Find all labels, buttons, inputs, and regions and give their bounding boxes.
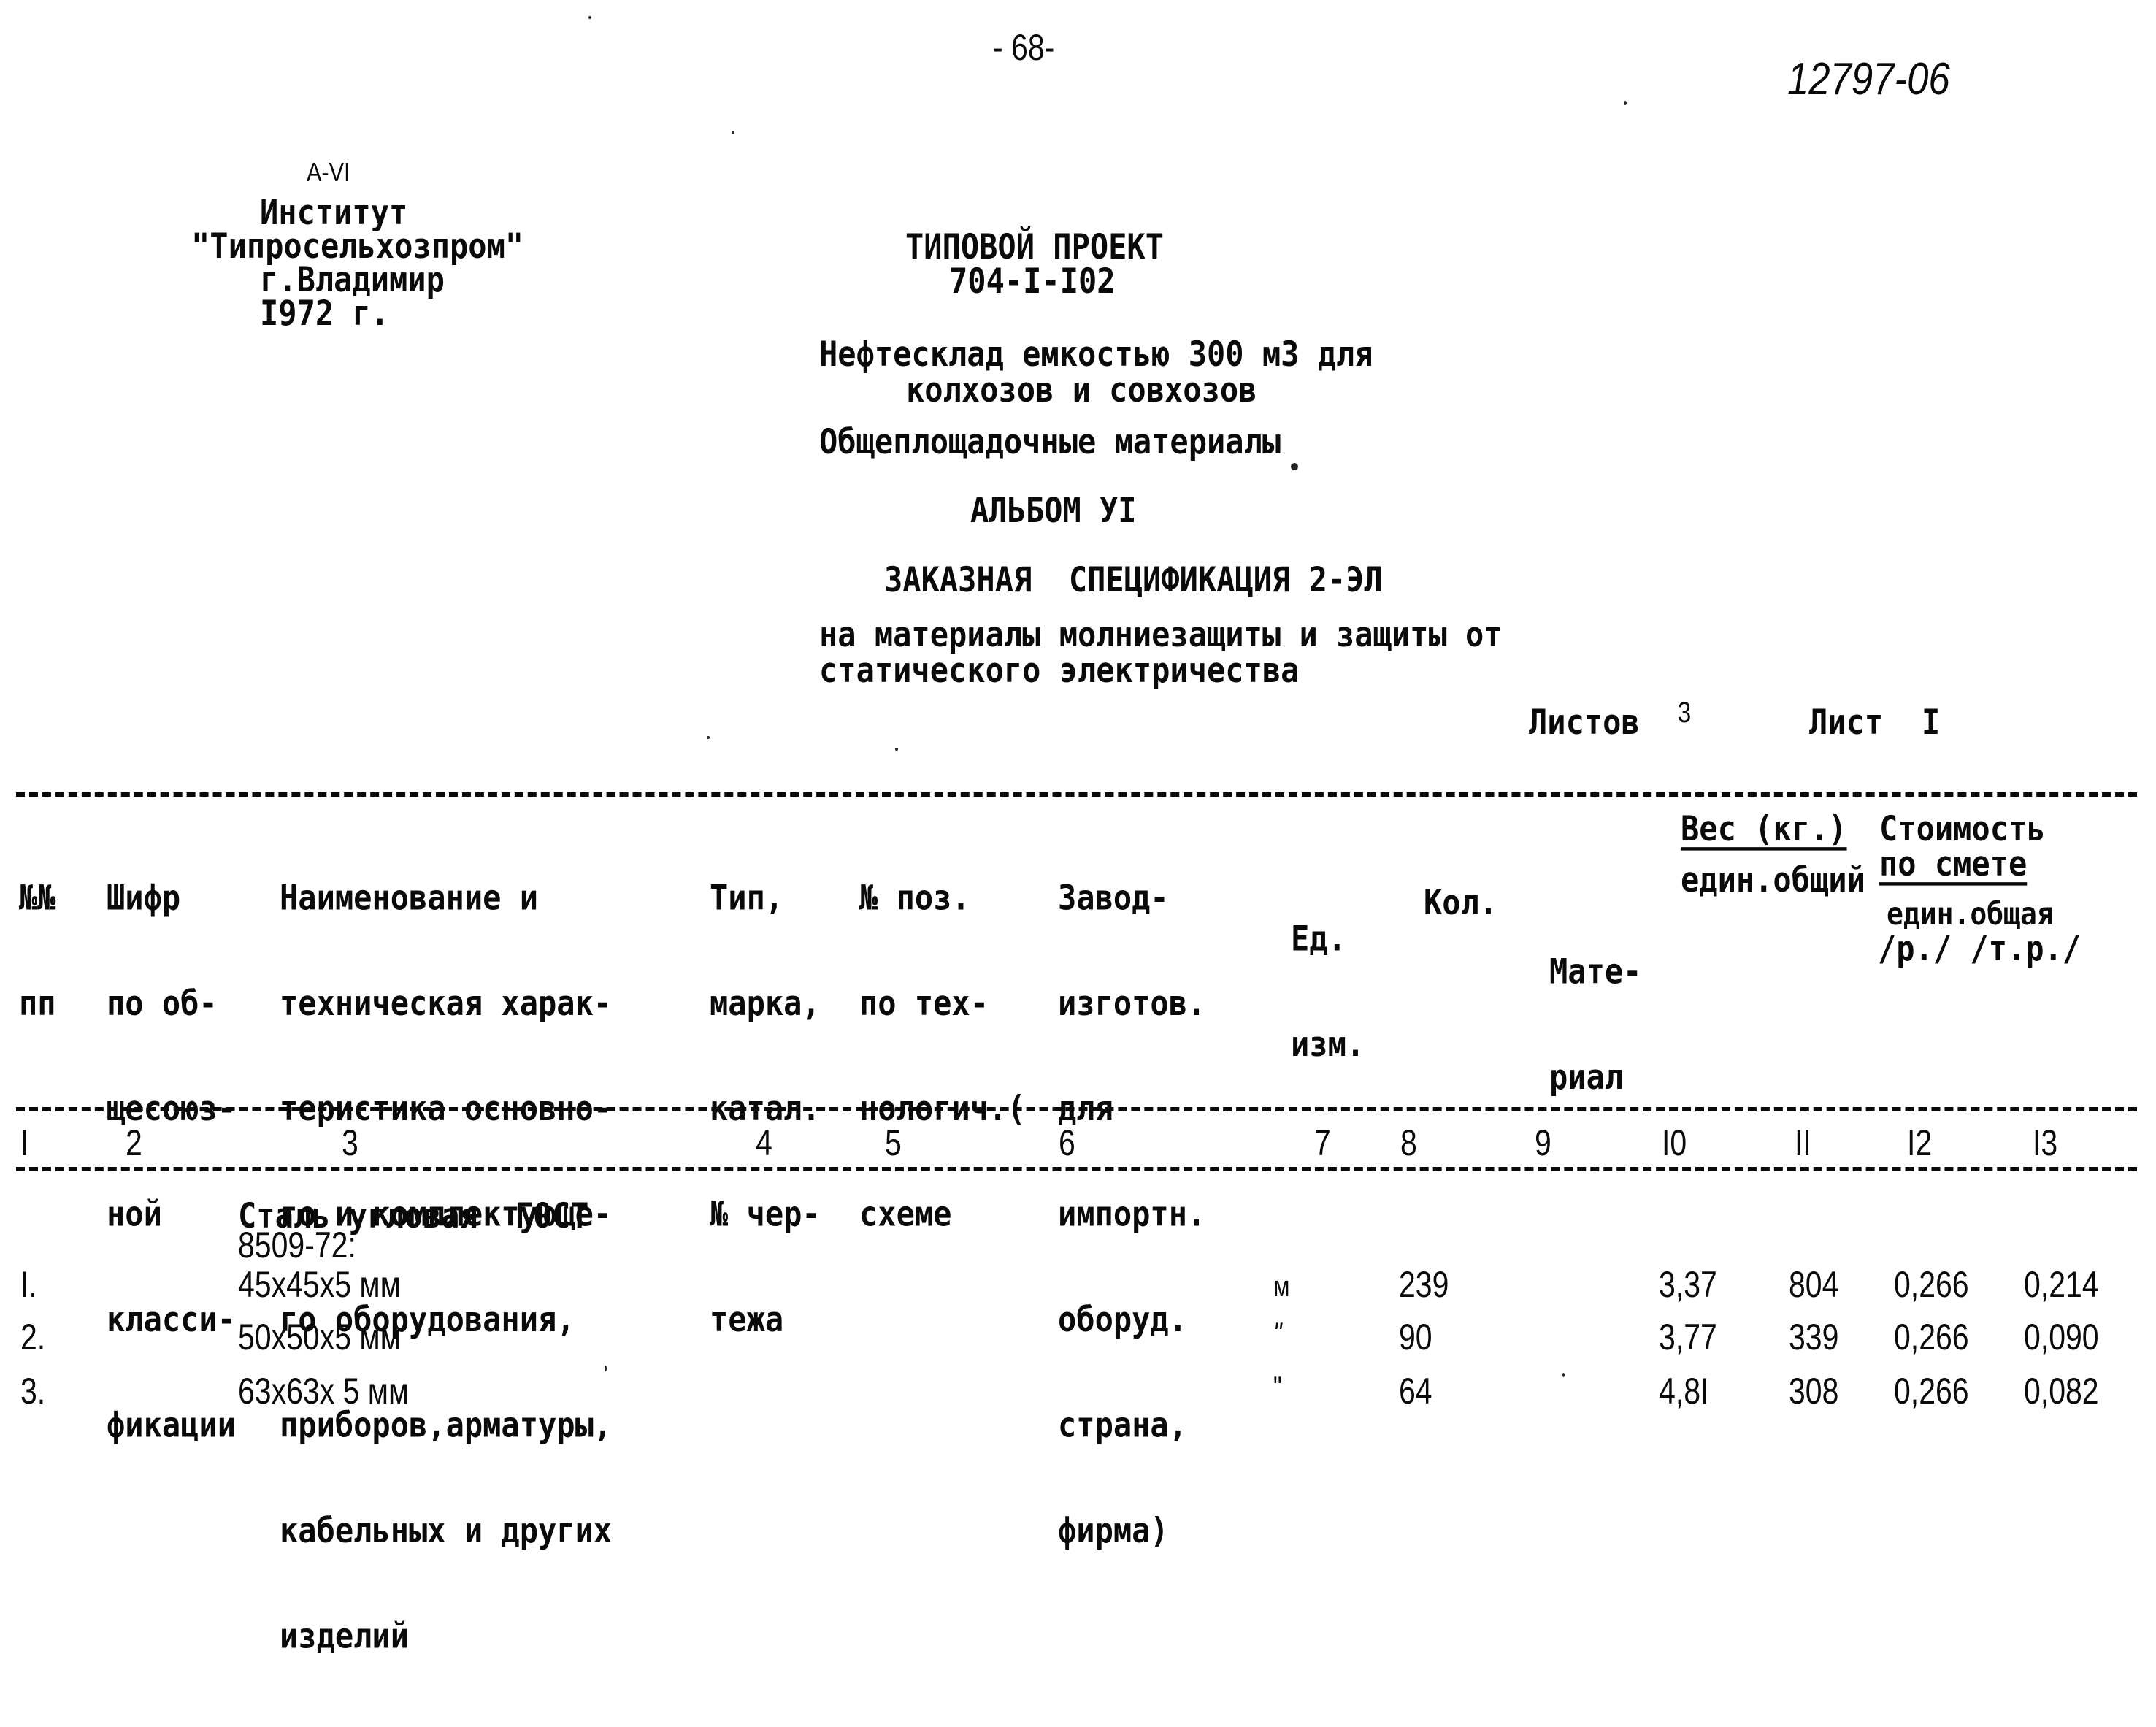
row-qty: 90 bbox=[1399, 1317, 1432, 1358]
row-name: 63х63х 5 мм bbox=[238, 1371, 410, 1412]
header-weight-sub: един.общий bbox=[1681, 859, 1865, 900]
row-unit: " bbox=[1273, 1371, 1282, 1404]
sheets-label: Листов bbox=[1529, 702, 1640, 743]
header-col-9: Мате- риал bbox=[1549, 951, 1642, 1097]
scan-speck bbox=[707, 736, 710, 739]
row-weight-total: 339 bbox=[1789, 1317, 1839, 1358]
header-cost-group-line-1: Стоимость bbox=[1879, 808, 2046, 849]
header-weight-group: Вес (кг.) bbox=[1681, 808, 1847, 849]
album-title: АЛЬБОМ УI bbox=[970, 490, 1137, 531]
row-cost-total: 0,214 bbox=[2024, 1264, 2099, 1305]
row-cost-total: 0,082 bbox=[2024, 1371, 2099, 1412]
group-title-line-2: 8509-72: bbox=[238, 1225, 356, 1265]
row-qty: 239 bbox=[1399, 1264, 1449, 1305]
column-number: 8 bbox=[1400, 1122, 1417, 1163]
column-number: 7 bbox=[1314, 1122, 1331, 1163]
sheet-label: Лист bbox=[1809, 702, 1884, 743]
sheets-total: 3 bbox=[1678, 697, 1692, 729]
table-top-rule bbox=[16, 792, 2137, 797]
scan-speck bbox=[588, 16, 591, 19]
column-number: 5 bbox=[885, 1122, 902, 1163]
header-col-7: Ед. изм. bbox=[1291, 918, 1365, 1064]
row-name: 50х50х5 мм bbox=[238, 1317, 401, 1358]
header-col-8: Кол. bbox=[1424, 882, 1498, 923]
header-col-6: Завод- изготов. для импортн. оборуд. стр… bbox=[1058, 877, 1206, 1551]
row-cost-unit: 0,266 bbox=[1894, 1264, 1969, 1305]
header-bottom-rule bbox=[16, 1107, 2137, 1111]
spec-subtitle-line-2: статического электричества bbox=[819, 650, 1300, 691]
scan-speck bbox=[1562, 1373, 1565, 1377]
spec-title: ЗАКАЗНАЯ СПЕЦИФИКАЦИЯ 2-ЭЛ bbox=[884, 559, 1383, 600]
row-weight-unit: 4,8I bbox=[1659, 1371, 1709, 1412]
project-number: 704-I-I02 bbox=[949, 261, 1116, 302]
scan-speck bbox=[605, 1366, 607, 1371]
scan-speck bbox=[1291, 463, 1298, 470]
album-mark: А-VI bbox=[307, 157, 350, 187]
column-number: 4 bbox=[756, 1122, 772, 1163]
column-number: II bbox=[1795, 1122, 1811, 1163]
scan-speck bbox=[1624, 101, 1627, 105]
column-numbers-bottom-rule bbox=[16, 1167, 2137, 1171]
column-number: 3 bbox=[342, 1122, 358, 1163]
scan-speck bbox=[895, 748, 898, 751]
header-cost-sub-line-2: /р./ /т.р./ bbox=[1878, 928, 2082, 969]
column-number: I bbox=[20, 1122, 29, 1163]
archive-number: 12797-06 bbox=[1787, 54, 1950, 104]
row-unit: " bbox=[1273, 1317, 1282, 1349]
sheet-number: I bbox=[1922, 702, 1941, 743]
row-weight-total: 308 bbox=[1789, 1371, 1839, 1412]
header-col-5: № поз. по тех- нологич.( схеме bbox=[859, 877, 1026, 1234]
institute-name: "Типросельхозпром" bbox=[191, 226, 524, 267]
object-line-1: Нефтесклад емкостью 300 м3 для bbox=[819, 334, 1373, 375]
row-cost-unit: 0,266 bbox=[1894, 1371, 1969, 1412]
row-cost-total: 0,090 bbox=[2024, 1317, 2099, 1358]
row-number: I. bbox=[20, 1264, 37, 1305]
row-qty: 64 bbox=[1399, 1371, 1432, 1412]
header-cost-group-line-2: по смете bbox=[1879, 843, 2028, 884]
column-number: 6 bbox=[1059, 1122, 1075, 1163]
row-weight-unit: 3,77 bbox=[1659, 1317, 1717, 1358]
header-col-1: №№ пп bbox=[19, 877, 56, 1023]
page-number: - 68- bbox=[993, 27, 1055, 68]
row-cost-unit: 0,266 bbox=[1894, 1317, 1969, 1358]
spec-subtitle-line-1: на материалы молниезащиты и защиты от bbox=[819, 614, 1503, 655]
row-name: 45х45х5 мм bbox=[238, 1264, 401, 1305]
column-number: I2 bbox=[1907, 1122, 1933, 1163]
row-number: 3. bbox=[20, 1371, 46, 1412]
institute-city: г.Владимир bbox=[260, 259, 445, 300]
row-unit: м bbox=[1273, 1271, 1290, 1303]
project-type: ТИПОВОЙ ПРОЕКТ bbox=[905, 226, 1165, 267]
header-cost-sub-line-1: един.общая bbox=[1887, 895, 2054, 932]
row-weight-unit: 3,37 bbox=[1659, 1264, 1717, 1305]
column-number: I3 bbox=[2033, 1122, 2058, 1163]
column-number: I0 bbox=[1662, 1122, 1687, 1163]
institute-label: Институт bbox=[260, 192, 408, 233]
object-line-2: колхозов и совхозов bbox=[906, 369, 1257, 410]
section-name: Общеплощадочные материалы bbox=[819, 421, 1281, 462]
row-weight-total: 804 bbox=[1789, 1264, 1839, 1305]
column-number: 2 bbox=[126, 1122, 142, 1163]
column-number: 9 bbox=[1535, 1122, 1551, 1163]
institute-year: I972 г. bbox=[260, 293, 390, 334]
row-number: 2. bbox=[20, 1317, 46, 1358]
scan-speck bbox=[732, 131, 734, 134]
